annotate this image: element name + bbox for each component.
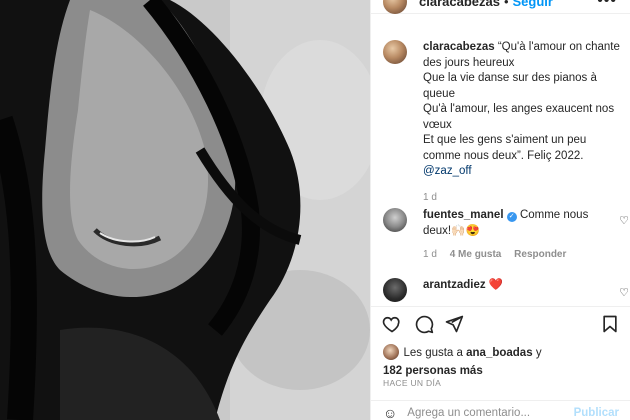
commenter-username[interactable]: arantzadiez [423, 279, 486, 291]
follow-button[interactable]: Seguir [513, 0, 553, 9]
likes-others[interactable]: 182 personas más [383, 365, 483, 377]
post-panel: claracabezas • Seguir ••• claracabezas “… [370, 0, 630, 420]
bookmark-icon[interactable] [599, 313, 621, 335]
portrait-image [0, 0, 370, 420]
post-header: claracabezas • Seguir ••• [371, 0, 630, 14]
comment-likes[interactable]: 4 Me gusta [450, 249, 502, 260]
caption-line-2: Que la vie danse sur des pianos à queue [423, 72, 597, 100]
caption-username[interactable]: claracabezas [423, 41, 495, 53]
caption-line-4: Et que les gens s'aiment un peu comme no… [423, 134, 587, 162]
caption-time[interactable]: 1 d [423, 192, 437, 203]
liker-avatar[interactable] [383, 343, 399, 360]
commenter-avatar[interactable] [383, 208, 407, 232]
comment-input[interactable]: Agrega un comentario... [407, 407, 530, 419]
likes-summary: Les gusta a ana_boadas y 182 personas má… [383, 343, 623, 379]
comment-time[interactable]: 1 d [423, 249, 437, 260]
share-icon[interactable] [443, 313, 465, 335]
comment-like-heart-icon[interactable]: ♡ [619, 214, 629, 227]
action-bar [371, 306, 630, 340]
mention-link[interactable]: @zaz_off [423, 165, 472, 177]
comment-icon[interactable] [413, 313, 435, 335]
reply-button[interactable]: Responder [514, 249, 566, 260]
heart-icon[interactable] [381, 313, 403, 335]
add-comment-bar: ☺ Agrega un comentario... Publicar [371, 400, 630, 420]
liker-username[interactable]: ana_boadas [466, 347, 532, 359]
emoji-icon[interactable]: ☺ [383, 405, 397, 420]
post-photo[interactable] [0, 0, 370, 420]
caption-avatar[interactable] [383, 40, 407, 64]
author-username[interactable]: claracabezas [419, 0, 500, 9]
publish-button[interactable]: Publicar [574, 407, 619, 419]
comment-like-heart-icon[interactable]: ♡ [619, 286, 629, 299]
comment-text: ❤️ [488, 279, 504, 291]
commenter-username[interactable]: fuentes_manel [423, 209, 504, 221]
more-options-icon[interactable]: ••• [597, 0, 617, 10]
post-timestamp[interactable]: HACE UN DÍA [383, 378, 441, 388]
separator-dot: • [503, 0, 509, 9]
likes-prefix: Les gusta a [403, 347, 463, 359]
comments-list[interactable]: claracabezas “Qu'à l'amour on chante des… [371, 30, 630, 305]
author-avatar[interactable] [383, 0, 407, 14]
likes-conj: y [535, 347, 542, 359]
verified-badge-icon: ✓ [506, 212, 517, 222]
caption-line-3: Qu'à l'amour, les anges exaucent nos vœu… [423, 103, 615, 131]
commenter-avatar[interactable] [383, 278, 407, 302]
